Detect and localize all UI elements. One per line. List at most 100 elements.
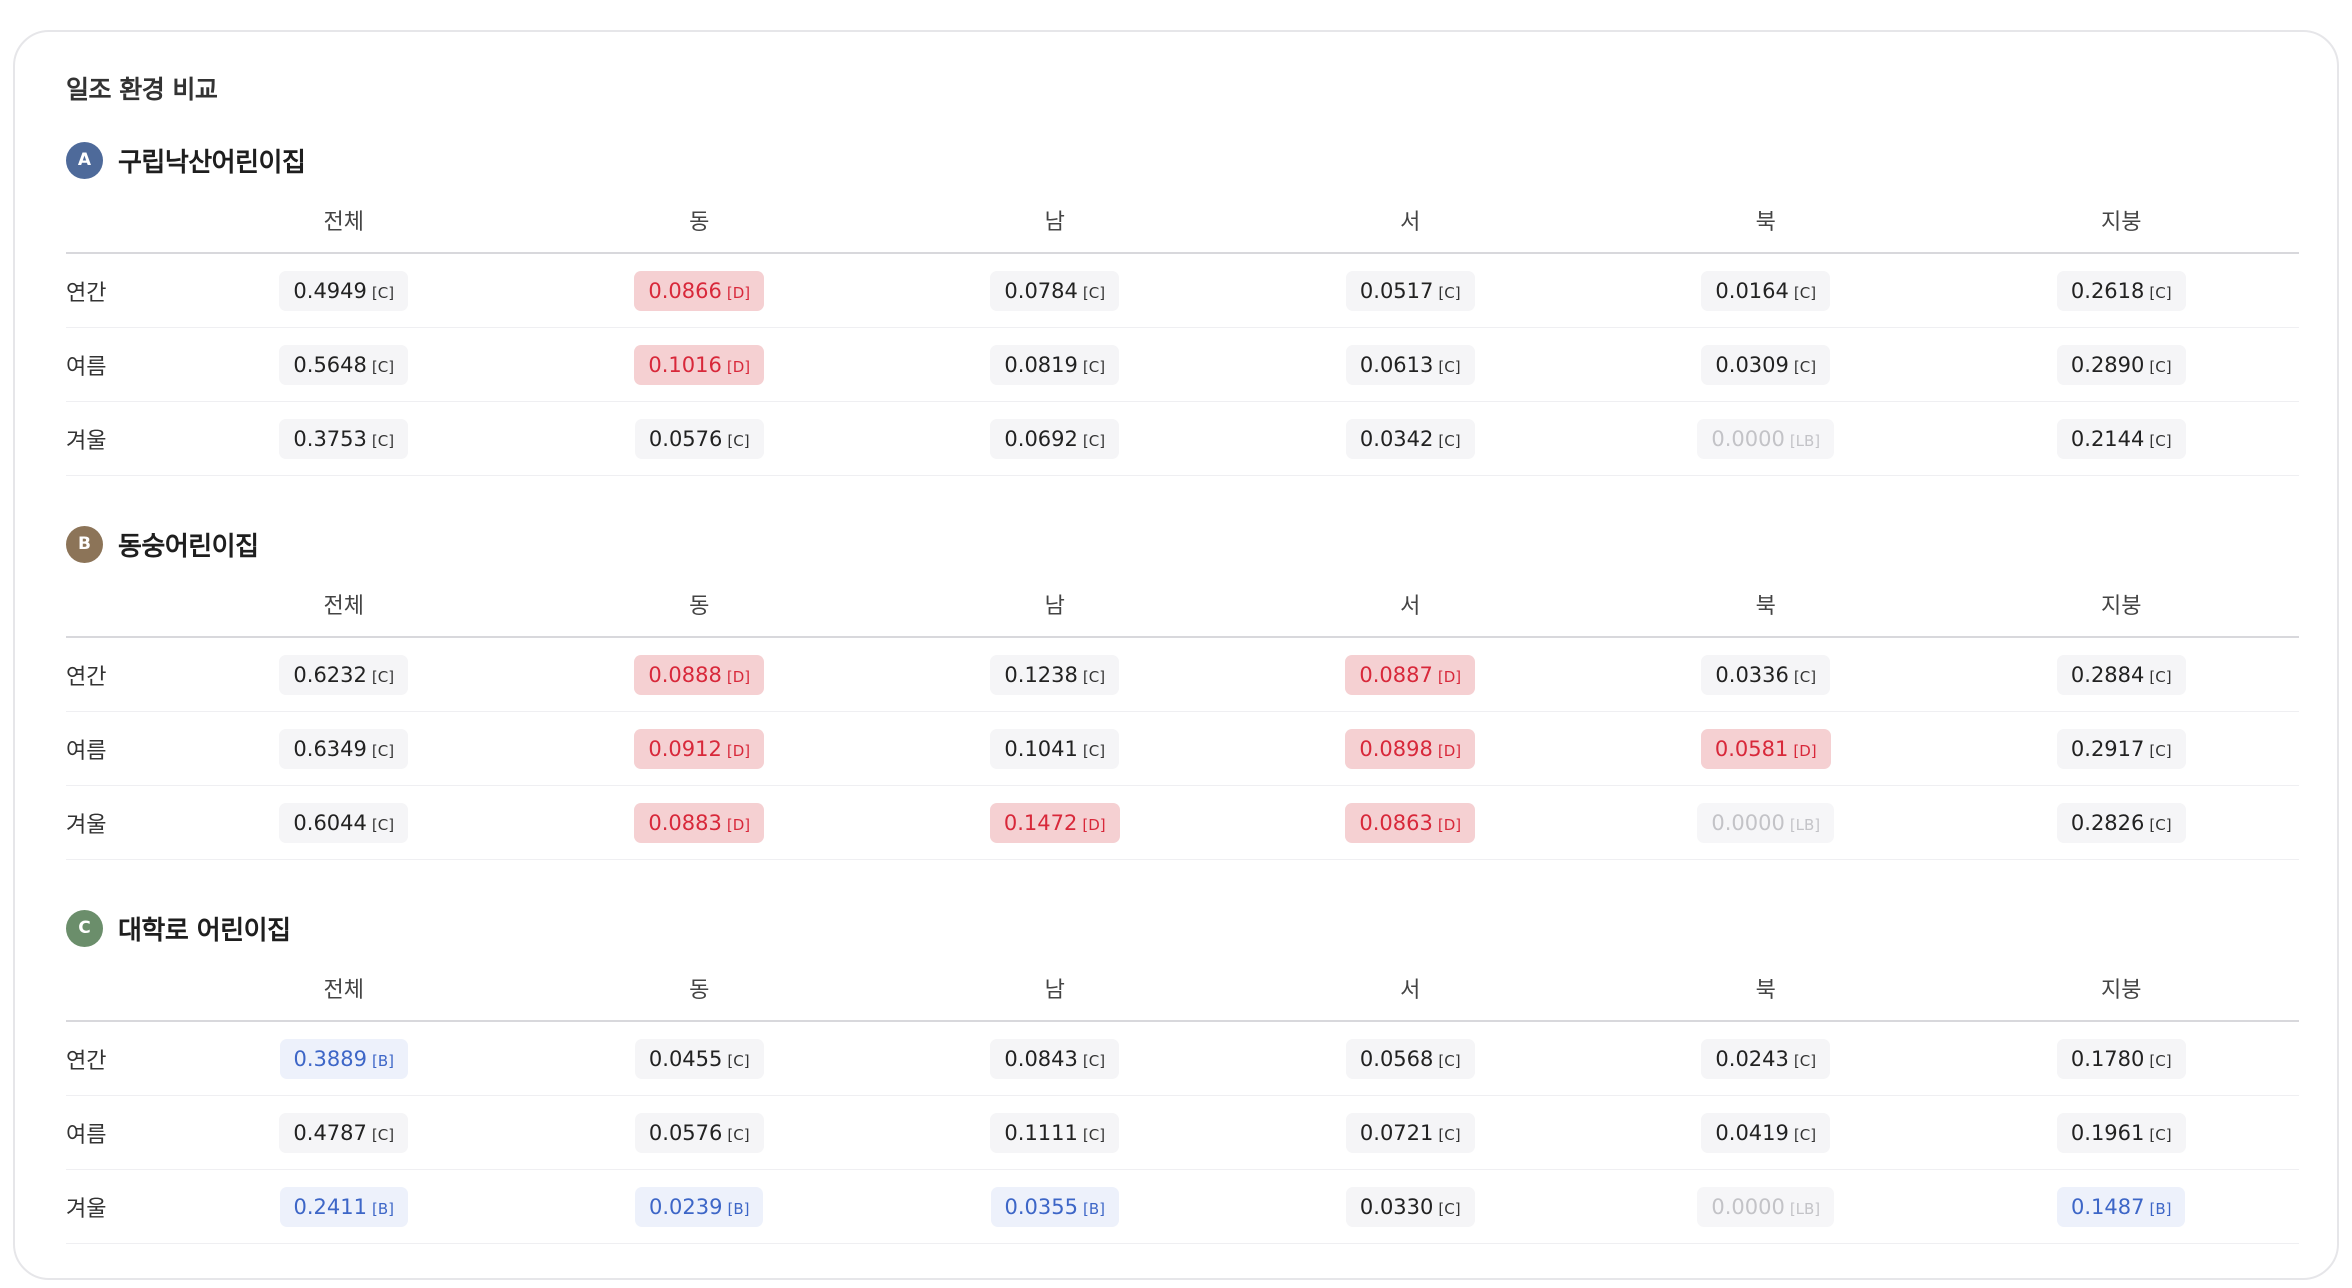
cell-value: 0.0888 xyxy=(648,662,722,687)
table-cell: 0.1487 [B] xyxy=(1943,1169,2299,1244)
cell-value: 0.6349 xyxy=(293,736,367,761)
grade-tag: [C] xyxy=(371,431,395,450)
grade-tag: [C] xyxy=(1793,357,1817,376)
column-header: 서 xyxy=(1232,956,1588,1022)
row-label: 겨울 xyxy=(66,1169,166,1244)
grade-tag: [C] xyxy=(371,357,395,376)
grade-tag: [LB] xyxy=(1789,1199,1821,1218)
table-cell: 0.0576 [C] xyxy=(521,401,877,476)
value-pill: 0.0355 [B] xyxy=(990,1186,1119,1227)
value-pill: 0.2144 [C] xyxy=(2056,418,2186,459)
grade-tag: [C] xyxy=(1082,357,1106,376)
grade-tag: [C] xyxy=(727,1125,750,1144)
value-pill: 0.1780 [C] xyxy=(2056,1038,2186,1079)
cell-value: 0.0419 xyxy=(1715,1120,1789,1145)
grade-tag: [C] xyxy=(371,667,395,686)
cell-value: 0.0000 xyxy=(1711,1194,1785,1219)
value-pill: 0.6232 [C] xyxy=(279,654,409,695)
cell-value: 0.0517 xyxy=(1359,278,1434,303)
value-pill: 0.0819 [C] xyxy=(990,344,1120,385)
grade-tag: [C] xyxy=(727,431,750,450)
value-pill: 0.5648 [C] xyxy=(279,344,409,385)
cell-value: 0.0576 xyxy=(648,1120,723,1145)
section-header: C 대학로 어린이집 xyxy=(66,908,291,948)
grade-tag: [C] xyxy=(2149,815,2172,834)
cell-value: 0.3889 xyxy=(293,1046,367,1071)
grade-tag: [C] xyxy=(2149,283,2172,302)
grade-tag: [C] xyxy=(371,741,395,760)
cell-value: 0.6044 xyxy=(293,810,367,835)
value-pill: 0.2411 [B] xyxy=(279,1186,408,1227)
grade-tag: [C] xyxy=(2149,1051,2172,1070)
column-header: 남 xyxy=(877,188,1233,254)
value-pill: 0.1111 [C] xyxy=(990,1112,1120,1153)
grade-tag: [C] xyxy=(1082,1125,1106,1144)
table-cell: 0.0517 [C] xyxy=(1232,253,1588,328)
table-cell: 0.5648 [C] xyxy=(166,327,522,402)
table-row: 연간 0.4949 [C] 0.0866 [D] 0.0784 [C] 0.0517 [C] 0.… xyxy=(66,253,2299,328)
table-row: 연간 0.6232 [C] 0.0888 [D] 0.1238 [C] 0.0887 [D] 0.… xyxy=(66,637,2299,712)
table-cell: 0.1472 [D] xyxy=(877,785,1233,860)
section-header: B 동숭어린이집 xyxy=(66,524,259,564)
cell-value: 0.0613 xyxy=(1359,352,1434,377)
section-badge: C xyxy=(66,909,103,947)
cell-value: 0.5648 xyxy=(293,352,367,377)
table-row: 연간 0.3889 [B] 0.0455 [C] 0.0843 [C] 0.0568 [C] 0.… xyxy=(66,1021,2299,1096)
section-title: 대학로 어린이집 xyxy=(118,915,291,946)
table-cell: 0.4949 [C] xyxy=(166,253,522,328)
value-pill: 0.0613 [C] xyxy=(1345,344,1475,385)
grade-tag: [C] xyxy=(1082,741,1106,760)
data-table: 전체 동 남 서 북 지붕 연간 0.3889 [B] 0.0455 [C] 0.0843 [C] 0.0… xyxy=(66,956,2299,1244)
cell-value: 0.0887 xyxy=(1359,662,1433,687)
table-cell: 0.0455 [C] xyxy=(521,1021,877,1096)
table-cell: 0.2618 [C] xyxy=(1943,253,2299,328)
table-cell: 0.0243 [C] xyxy=(1588,1021,1944,1096)
table-cell: 0.0692 [C] xyxy=(877,401,1233,476)
cell-value: 0.0568 xyxy=(1359,1046,1434,1071)
cell-value: 0.2890 xyxy=(2070,352,2145,377)
value-pill: 0.0721 [C] xyxy=(1345,1112,1475,1153)
grade-tag: [C] xyxy=(1438,1199,1461,1218)
grade-tag: [D] xyxy=(1082,815,1106,834)
table-cell: 0.0330 [C] xyxy=(1232,1169,1588,1244)
table-cell: 0.2144 [C] xyxy=(1943,401,2299,476)
table-cell: 0.1961 [C] xyxy=(1943,1095,2299,1170)
column-header: 동 xyxy=(521,188,877,254)
column-header: 서 xyxy=(1232,188,1588,254)
cell-value: 0.2618 xyxy=(2070,278,2145,303)
table-cell: 0.1016 [D] xyxy=(521,327,877,402)
value-pill: 0.0239 [B] xyxy=(635,1186,764,1227)
value-pill: 0.1961 [C] xyxy=(2056,1112,2186,1153)
table-cell: 0.0000 [LB] xyxy=(1588,785,1944,860)
row-label: 겨울 xyxy=(66,785,166,860)
cell-value: 0.1780 xyxy=(2070,1046,2145,1071)
grade-tag: [C] xyxy=(1438,283,1461,302)
column-header: 전체 xyxy=(166,572,522,638)
table-cell: 0.0866 [D] xyxy=(521,253,877,328)
cell-value: 0.1487 xyxy=(2071,1194,2145,1219)
grade-tag: [B] xyxy=(2149,1199,2172,1218)
table-cell: 0.3889 [B] xyxy=(166,1021,522,1096)
section-badge: B xyxy=(66,525,103,563)
grade-tag: [LB] xyxy=(1789,431,1821,450)
cell-value: 0.1041 xyxy=(1004,736,1078,761)
value-pill: 0.2884 [C] xyxy=(2056,654,2186,695)
grade-tag: [C] xyxy=(1082,283,1106,302)
value-pill: 0.2890 [C] xyxy=(2056,344,2186,385)
row-label: 여름 xyxy=(66,1095,166,1170)
value-pill: 0.3889 [B] xyxy=(279,1038,408,1079)
value-pill: 0.3753 [C] xyxy=(279,418,409,459)
table-cell: 0.1111 [C] xyxy=(877,1095,1233,1170)
row-label: 연간 xyxy=(66,1021,166,1096)
value-pill: 0.0863 [D] xyxy=(1345,802,1476,843)
grade-tag: [D] xyxy=(1437,667,1462,686)
cell-value: 0.0239 xyxy=(649,1194,723,1219)
value-pill: 0.1472 [D] xyxy=(989,802,1120,843)
table-cell: 0.0912 [D] xyxy=(521,711,877,786)
cell-value: 0.0000 xyxy=(1711,426,1785,451)
value-pill: 0.1041 [C] xyxy=(990,728,1120,769)
table-row: 여름 0.6349 [C] 0.0912 [D] 0.1041 [C] 0.0898 [D] 0.… xyxy=(66,711,2299,786)
cell-value: 0.2884 xyxy=(2070,662,2145,687)
section-title: 동숭어린이집 xyxy=(118,531,259,562)
grade-tag: [C] xyxy=(1793,667,1817,686)
